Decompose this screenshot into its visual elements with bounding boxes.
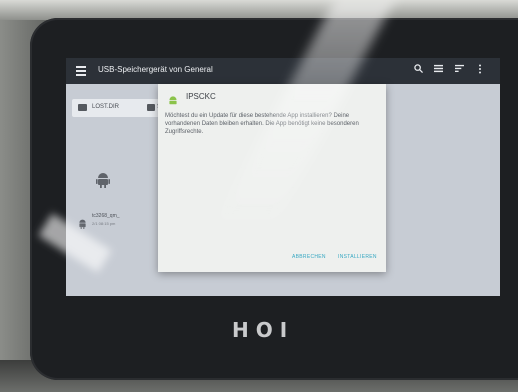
app-bar: USB-Speichergerät von General (66, 58, 500, 84)
device-brand-logo: HOI (232, 318, 295, 342)
folder-label: LOST.DIR (92, 104, 120, 110)
dialog-message: Möchtest du ein Update für diese bestehe… (165, 113, 359, 135)
android-icon (168, 92, 178, 105)
app-title: USB-Speichergerät von General (98, 65, 213, 74)
android-icon (78, 216, 87, 229)
apk-file-item[interactable]: tc3268_qm_ 2/1 08:15 pm (78, 212, 148, 236)
list-view-icon[interactable] (434, 64, 443, 76)
sort-icon[interactable] (455, 64, 464, 76)
tablet-screen: USB-Speichergerät von General LOST.DIR t… (66, 58, 500, 296)
dialog-title: IPSCKC (186, 92, 216, 101)
more-icon[interactable] (478, 64, 482, 77)
install-dialog: IPSCKC Möchtest du ein Update für diese … (158, 84, 386, 272)
apk-file-meta: 2/1 08:15 pm (92, 221, 116, 226)
install-button[interactable]: INSTALLIEREN (338, 254, 377, 260)
search-icon[interactable] (414, 64, 423, 76)
background-top (0, 0, 518, 20)
android-icon (96, 172, 110, 188)
menu-icon[interactable] (76, 66, 86, 76)
file-list: LOST.DIR tc3268_qm_ 2/1 08:15 pm (66, 84, 146, 296)
folder-item[interactable]: LOST.DIR (72, 99, 146, 117)
folder-icon (78, 104, 87, 111)
cancel-button[interactable]: ABBRECHEN (292, 254, 326, 260)
folder-icon (147, 104, 155, 111)
apk-file-name: tc3268_qm_ (92, 213, 120, 219)
